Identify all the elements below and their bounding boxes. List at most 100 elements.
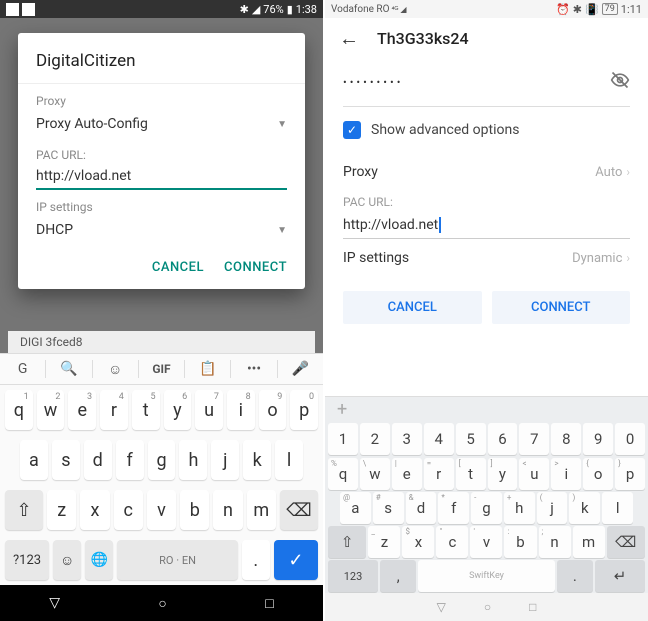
pac-url-input[interactable]: http://vload.net (343, 209, 630, 239)
emoji-key[interactable]: ☺ (53, 540, 81, 580)
key-a[interactable]: a@ (340, 492, 371, 524)
key-w[interactable]: w2 (37, 390, 65, 430)
key-5[interactable]: 5 (456, 423, 486, 455)
key-q[interactable]: q1 (5, 390, 33, 430)
mic-icon[interactable]: 🎤 (278, 361, 323, 377)
key-n[interactable]: n; (539, 526, 571, 558)
symbols-key[interactable]: 123 (328, 560, 378, 592)
key-3[interactable]: 3 (392, 423, 422, 455)
key-c[interactable]: c" (436, 526, 468, 558)
key-i[interactable]: i8 (227, 390, 255, 430)
ip-settings-row[interactable]: IP settings Dynamic› (343, 239, 630, 277)
key-x[interactable]: x (80, 490, 109, 530)
key-p[interactable]: p0 (290, 390, 318, 430)
key-4[interactable]: 4 (424, 423, 454, 455)
key-0[interactable]: 0 (615, 423, 645, 455)
key-n[interactable]: n (213, 490, 242, 530)
key-d[interactable]: d (84, 440, 112, 480)
key-v[interactable]: v' (470, 526, 502, 558)
proxy-setting[interactable]: Proxy Auto› (343, 153, 630, 191)
back-nav-icon[interactable]: ▽ (437, 600, 446, 614)
shift-key[interactable]: ⇧ (5, 490, 43, 530)
comma-key[interactable]: , (380, 560, 416, 592)
key-c[interactable]: c (114, 490, 143, 530)
key-z[interactable]: z_ (368, 526, 400, 558)
backspace-key[interactable]: ⌫ (280, 490, 318, 530)
proxy-dropdown[interactable]: Proxy Auto-Config ▼ (36, 108, 287, 140)
key-h[interactable]: h+ (504, 492, 535, 524)
key-u[interactable]: u< (519, 458, 549, 490)
home-nav-icon[interactable]: ○ (484, 600, 491, 614)
password-input[interactable]: ••••••••• (343, 76, 403, 89)
key-k[interactable]: k) (569, 492, 600, 524)
key-e[interactable]: e3 (68, 390, 96, 430)
key-k[interactable]: k (243, 440, 271, 480)
symbols-key[interactable]: ?123 (5, 540, 49, 580)
add-icon[interactable]: + (337, 399, 347, 420)
key-x[interactable]: x$ (402, 526, 434, 558)
key-y[interactable]: y] (488, 458, 518, 490)
key-j[interactable]: j (211, 440, 239, 480)
pac-url-input[interactable]: http://vload.net (36, 162, 287, 190)
key-r[interactable]: r4 (100, 390, 128, 430)
backspace-key[interactable]: ⌫ (607, 526, 645, 558)
key-2[interactable]: 2 (360, 423, 390, 455)
key-p[interactable]: p} (615, 458, 645, 490)
key-l[interactable]: l (275, 440, 303, 480)
key-w[interactable]: w\ (360, 458, 390, 490)
key-m[interactable]: m (573, 526, 605, 558)
key-t[interactable]: t[ (456, 458, 486, 490)
search-icon[interactable]: 🔍 (46, 361, 91, 377)
key-7[interactable]: 7 (519, 423, 549, 455)
visibility-toggle-icon[interactable] (610, 70, 630, 94)
key-8[interactable]: 8 (551, 423, 581, 455)
back-button[interactable]: ← (339, 26, 359, 51)
space-key[interactable]: RO · EN (117, 540, 237, 580)
key-s[interactable]: s (52, 440, 80, 480)
key-z[interactable]: z (47, 490, 76, 530)
more-icon[interactable]: ••• (231, 361, 276, 377)
recent-nav-icon[interactable]: □ (529, 600, 536, 614)
key-g[interactable]: g (148, 440, 176, 480)
key-v[interactable]: v (147, 490, 176, 530)
key-o[interactable]: o{ (583, 458, 613, 490)
space-key[interactable]: SwiftKey (418, 560, 554, 592)
period-key[interactable]: . (242, 540, 270, 580)
key-s[interactable]: s# (373, 492, 404, 524)
shift-key[interactable]: ⇧ (328, 526, 366, 558)
key-6[interactable]: 6 (488, 423, 518, 455)
cancel-button[interactable]: CANCEL (343, 291, 482, 324)
key-j[interactable]: j( (537, 492, 568, 524)
key-1[interactable]: 1 (328, 423, 358, 455)
connect-button[interactable]: CONNECT (224, 260, 287, 275)
enter-key[interactable]: ✓ (274, 540, 318, 580)
key-q[interactable]: q% (328, 458, 358, 490)
period-key[interactable]: . (557, 560, 593, 592)
key-h[interactable]: h (179, 440, 207, 480)
clipboard-icon[interactable]: 📋 (185, 361, 230, 377)
key-i[interactable]: i> (551, 458, 581, 490)
key-m[interactable]: m (247, 490, 276, 530)
key-l[interactable]: l (602, 492, 633, 524)
connect-button[interactable]: CONNECT (492, 291, 631, 324)
show-advanced-checkbox[interactable]: ✓ Show advanced options (343, 107, 630, 153)
g-logo-icon[interactable]: G (0, 361, 45, 377)
home-nav-icon[interactable]: ○ (158, 595, 166, 612)
key-u[interactable]: u7 (195, 390, 223, 430)
key-r[interactable]: r= (424, 458, 454, 490)
back-nav-icon[interactable]: ▽ (49, 595, 60, 611)
key-b[interactable]: b: (504, 526, 536, 558)
sticker-icon[interactable]: ☺ (93, 361, 138, 378)
key-9[interactable]: 9 (583, 423, 613, 455)
key-a[interactable]: a (20, 440, 48, 480)
key-t[interactable]: t5 (132, 390, 160, 430)
key-g[interactable]: g- (471, 492, 502, 524)
language-key[interactable]: 🌐 (85, 540, 113, 580)
key-f[interactable]: f (116, 440, 144, 480)
key-o[interactable]: o9 (259, 390, 287, 430)
recent-nav-icon[interactable]: □ (265, 595, 273, 612)
key-y[interactable]: y6 (164, 390, 192, 430)
enter-key[interactable]: ↵ (595, 560, 645, 592)
key-e[interactable]: e| (392, 458, 422, 490)
key-f[interactable]: f* (438, 492, 469, 524)
